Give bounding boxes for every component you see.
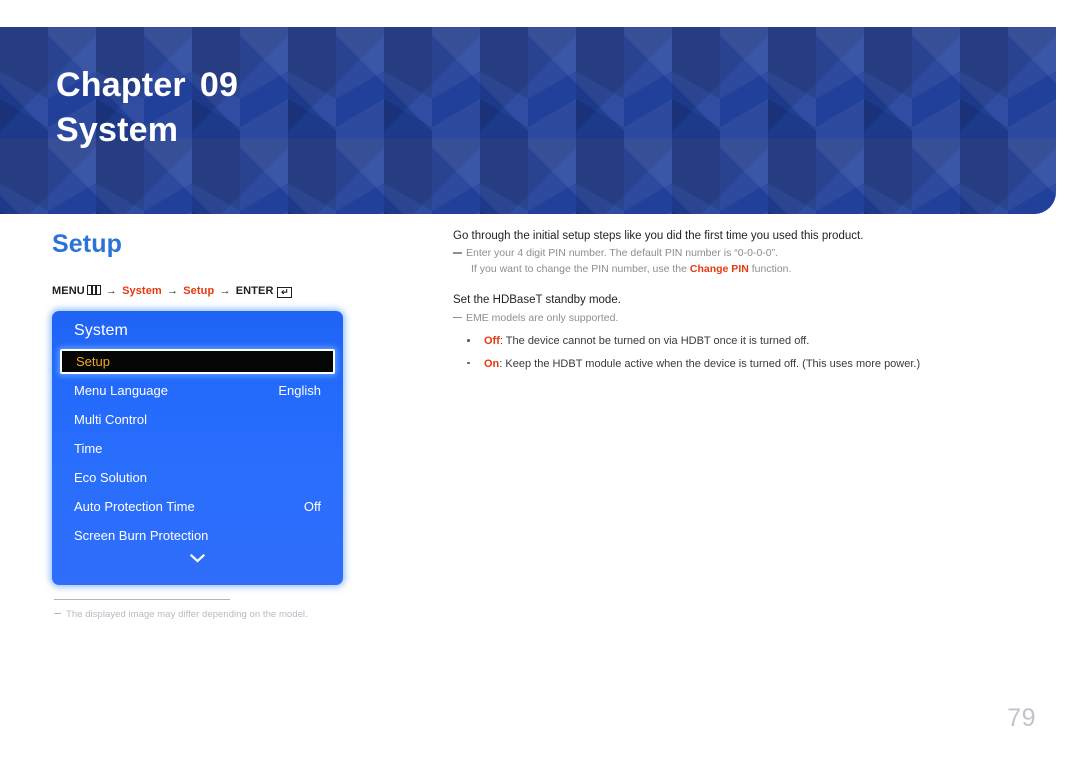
left-footnote: The displayed image may differ depending… bbox=[54, 599, 384, 620]
pin-note-line-2-prefix: If you want to change the PIN number, us… bbox=[471, 262, 690, 275]
osd-item-auto-protection-time[interactable]: Auto Protection Time Off bbox=[52, 492, 343, 521]
pin-note-line-2-suffix: function. bbox=[748, 262, 792, 275]
chapter-label: Chapter bbox=[56, 66, 186, 104]
list-item: Off: The device cannot be turned on via … bbox=[453, 333, 1033, 350]
menu-path-arrow-2: → bbox=[166, 285, 179, 297]
chapter-name: System bbox=[56, 110, 179, 149]
menu-path-step-system: System bbox=[122, 285, 162, 297]
osd-item-label: Multi Control bbox=[74, 412, 147, 427]
menu-path-step-setup: Setup bbox=[183, 285, 215, 297]
footnote-label: The displayed image may differ depending… bbox=[66, 609, 308, 620]
osd-header-title: System bbox=[74, 322, 128, 339]
change-pin-highlight: Change PIN bbox=[689, 262, 749, 275]
osd-item-menu-language[interactable]: Menu Language English bbox=[52, 376, 343, 405]
footnote-dash-icon bbox=[54, 613, 61, 614]
menu-path-arrow-3: → bbox=[219, 285, 231, 297]
osd-item-time[interactable]: Time bbox=[52, 434, 343, 463]
page-body: Setup MENU → System → Setup → ENTER ↵ Syst… bbox=[0, 214, 1080, 763]
option-label: On bbox=[484, 357, 500, 370]
chapter-number: 09 bbox=[199, 66, 239, 104]
osd-item-label: Eco Solution bbox=[74, 470, 147, 485]
list-item: On: Keep the HDBT module active when the… bbox=[453, 356, 1033, 373]
osd-item-label: Menu Language bbox=[74, 383, 168, 398]
footnote-divider bbox=[54, 599, 230, 600]
eme-note-text: EME models are only supported. bbox=[466, 311, 619, 324]
menu-path-breadcrumb: MENU → System → Setup → ENTER ↵ bbox=[52, 285, 422, 298]
osd-item-value: Off bbox=[303, 499, 321, 514]
chapter-heading: Chapter 09 System bbox=[56, 63, 238, 153]
menu-path-menu-label: MENU bbox=[52, 285, 85, 297]
pin-note: Enter your 4 digit PIN number. The defau… bbox=[453, 246, 1033, 277]
osd-item-eco-solution[interactable]: Eco Solution bbox=[52, 463, 343, 492]
eme-note: EME models are only supported. bbox=[453, 311, 1033, 327]
option-description: : The device cannot be turned on via HDB… bbox=[499, 335, 810, 348]
osd-item-label: Setup bbox=[76, 354, 110, 369]
pin-note-line-1: Enter your 4 digit PIN number. The defau… bbox=[466, 247, 779, 260]
menu-bars-icon bbox=[86, 285, 101, 295]
intro-paragraph: Go through the initial setup steps like … bbox=[453, 230, 864, 242]
osd-item-label: Time bbox=[74, 441, 103, 456]
osd-item-value: English bbox=[278, 383, 321, 398]
hdbaset-option-list: Off: The device cannot be turned on via … bbox=[453, 333, 1033, 372]
note-dash-icon bbox=[453, 316, 462, 319]
bullet-dot-icon bbox=[467, 339, 470, 342]
osd-menu-list: Setup Menu Language English Multi Contro… bbox=[52, 349, 343, 572]
menu-path-enter-label: ENTER bbox=[235, 285, 274, 297]
osd-item-label: Auto Protection Time bbox=[74, 499, 195, 514]
osd-menu-panel[interactable]: System Setup Menu Language English Multi… bbox=[52, 311, 343, 585]
osd-item-label: Screen Burn Protection bbox=[74, 528, 209, 543]
bullet-dot-icon bbox=[467, 361, 470, 365]
chevron-down-icon[interactable] bbox=[52, 550, 343, 572]
chapter-banner: Chapter 09 System bbox=[0, 27, 1056, 214]
osd-item-screen-burn-protection[interactable]: Screen Burn Protection bbox=[52, 521, 343, 550]
pin-note-line-2: If you want to change the PIN number, us… bbox=[466, 262, 1033, 278]
right-column: Go through the initial setup steps like … bbox=[453, 228, 1033, 378]
option-description: : Keep the HDBT module active when the d… bbox=[499, 357, 921, 370]
footnote-text: The displayed image may differ depending… bbox=[54, 609, 384, 620]
option-label: Off bbox=[484, 335, 500, 348]
left-column: Setup MENU → System → Setup → ENTER ↵ Syst… bbox=[52, 214, 422, 620]
menu-path-arrow-1: → bbox=[105, 285, 117, 297]
page-number: 79 bbox=[1007, 704, 1036, 732]
osd-item-setup[interactable]: Setup bbox=[60, 349, 335, 374]
hdbaset-paragraph: Set the HDBaseT standby mode. bbox=[453, 294, 621, 307]
section-title: Setup bbox=[52, 230, 122, 258]
note-dash-icon bbox=[453, 252, 462, 254]
chapter-line: Chapter 09 bbox=[56, 63, 238, 108]
enter-key-icon: ↵ bbox=[277, 287, 293, 298]
osd-item-multi-control[interactable]: Multi Control bbox=[52, 405, 343, 434]
